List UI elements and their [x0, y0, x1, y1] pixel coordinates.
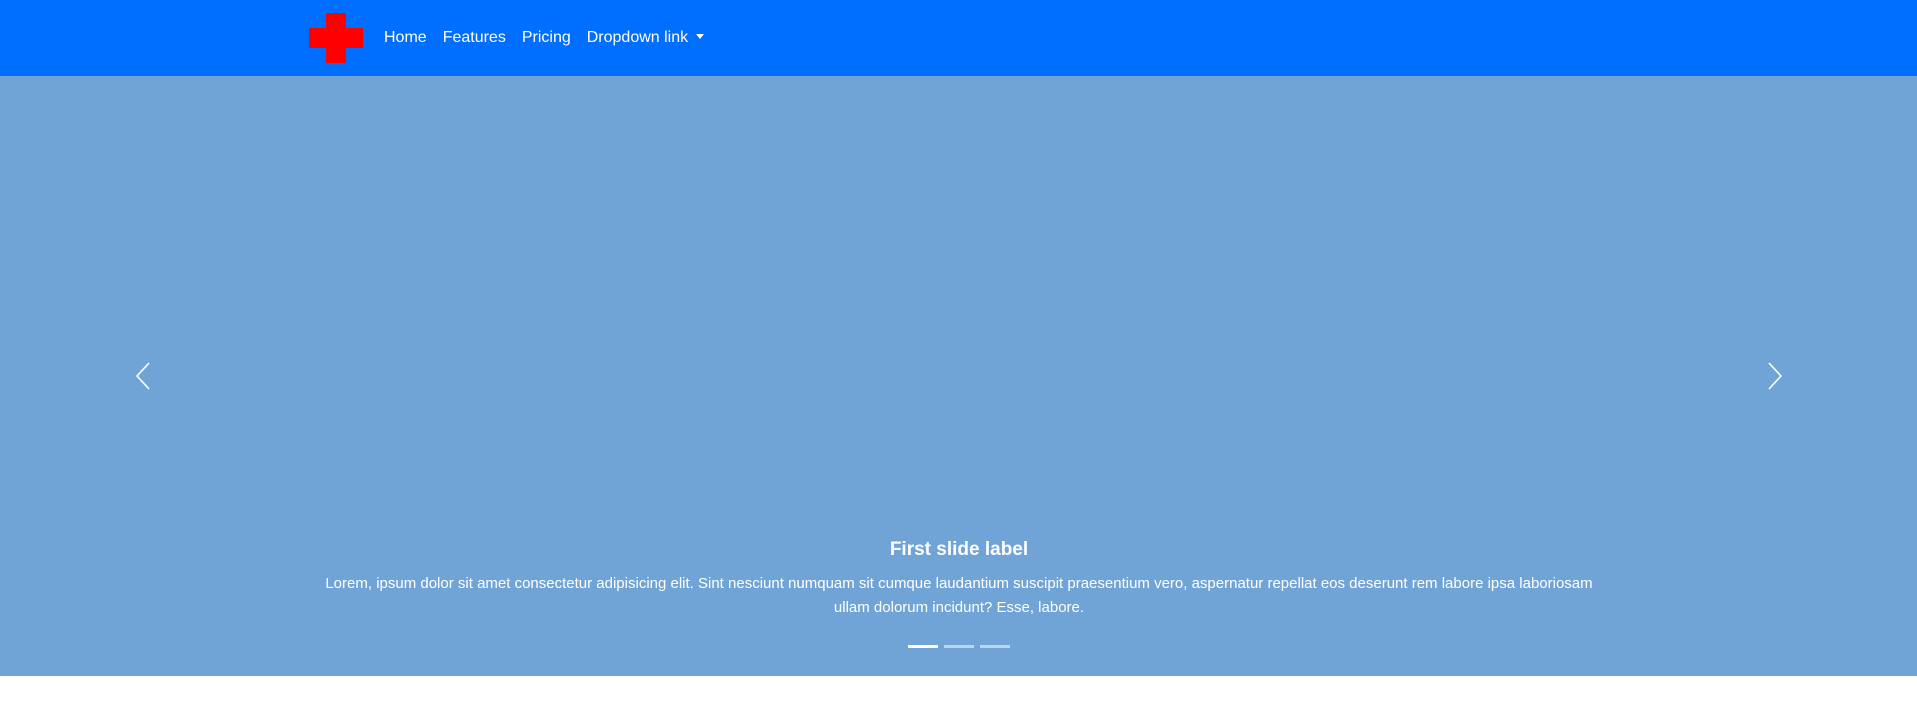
nav-dropdown-label: Dropdown link	[586, 29, 689, 46]
carousel-indicator-2[interactable]	[943, 645, 974, 648]
brand-logo[interactable]	[309, 13, 363, 63]
nav-link-pricing-label: Pricing	[521, 29, 571, 46]
nav-link-pricing[interactable]: Pricing	[514, 0, 579, 76]
carousel-indicator-1[interactable]	[907, 645, 938, 648]
nav-link-features-label: Features	[442, 29, 506, 46]
chevron-left-icon	[135, 362, 150, 390]
nav-links: Home Features Pricing Dropdown link	[376, 0, 712, 76]
hero-carousel: First slide label Lorem, ipsum dolor sit…	[0, 76, 1917, 676]
carousel-indicators	[0, 645, 1917, 648]
nav-dropdown-toggle[interactable]: Dropdown link	[579, 0, 712, 76]
caret-down-icon	[696, 34, 705, 39]
nav-link-home-label: Home	[384, 29, 427, 46]
chevron-right-icon	[1768, 362, 1783, 390]
red-cross-icon	[309, 13, 363, 63]
carousel-caption: First slide label Lorem, ipsum dolor sit…	[310, 538, 1608, 620]
carousel-next-button[interactable]	[1755, 346, 1795, 406]
nav-link-home[interactable]: Home	[376, 0, 435, 76]
carousel-indicator-3[interactable]	[979, 645, 1010, 648]
slide-text: Lorem, ipsum dolor sit amet consectetur …	[325, 575, 1593, 616]
navbar: Home Features Pricing Dropdown link	[0, 0, 1917, 76]
slide-title: First slide label	[889, 539, 1029, 560]
nav-link-features[interactable]: Features	[435, 0, 514, 76]
carousel-prev-button[interactable]	[123, 346, 163, 406]
